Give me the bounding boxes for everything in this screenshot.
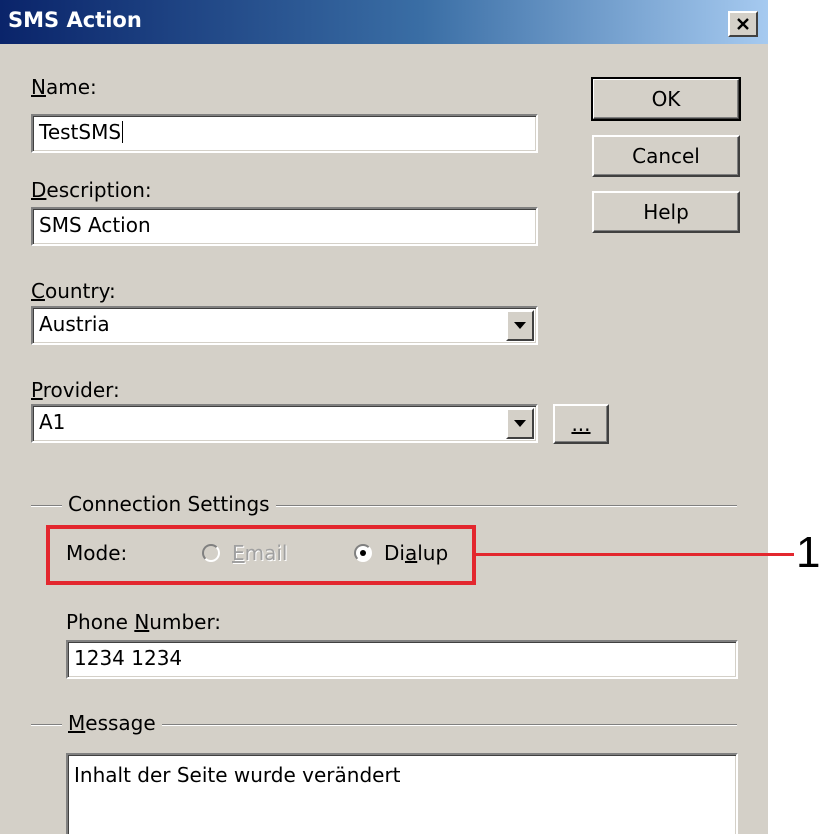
provider-value: A1 (39, 410, 66, 434)
sms-action-dialog: SMS Action Name: TestSMS Description: SM… (0, 0, 768, 834)
name-value: TestSMS (39, 120, 122, 144)
ok-button[interactable]: OK (591, 77, 741, 121)
message-group-label: Message (62, 711, 162, 735)
message-rest: essage (85, 711, 156, 735)
close-button[interactable] (728, 11, 758, 37)
name-label-rest: ame: (45, 75, 97, 99)
name-label-accel: N (31, 75, 46, 99)
mode-highlight-box (46, 525, 476, 585)
close-icon (737, 18, 749, 30)
dropdown-arrow-icon (514, 322, 526, 329)
provider-label-rest: rovider: (42, 378, 120, 402)
callout-line (476, 553, 794, 556)
phone-label-post: umber: (149, 610, 222, 634)
provider-label: Provider: (31, 378, 120, 402)
description-label-accel: D (31, 178, 47, 202)
country-dropdown[interactable]: Austria (31, 306, 538, 345)
phone-number-value: 1234 1234 (74, 646, 183, 670)
description-label-rest: escription: (46, 178, 152, 202)
description-value: SMS Action (39, 213, 151, 237)
connection-settings-label: Connection Settings (62, 492, 276, 516)
cancel-label: Cancel (632, 144, 700, 168)
phone-number-input[interactable]: 1234 1234 (66, 640, 738, 679)
provider-browse-button[interactable]: ... (553, 404, 609, 444)
ok-label: OK (651, 87, 681, 111)
country-label-rest: ountry: (44, 279, 116, 303)
phone-label-pre: Phone (66, 610, 135, 634)
title-bar: SMS Action (0, 0, 768, 44)
callout-number: 1 (796, 528, 821, 577)
country-label-accel: C (31, 279, 45, 303)
description-input[interactable]: SMS Action (31, 207, 538, 246)
message-textarea[interactable]: Inhalt der Seite wurde verändert (66, 753, 738, 834)
cancel-button[interactable]: Cancel (592, 135, 740, 177)
name-input[interactable]: TestSMS (31, 114, 538, 153)
dropdown-arrow-icon (514, 420, 526, 427)
country-label: Country: (31, 279, 116, 303)
name-label: Name: (31, 75, 97, 99)
text-caret (122, 121, 124, 143)
message-accel: M (68, 711, 86, 735)
browse-dots: ... (571, 412, 591, 436)
help-label: Help (643, 200, 689, 224)
phone-number-label: Phone Number: (66, 610, 221, 634)
window-title: SMS Action (8, 8, 142, 32)
provider-dropdown[interactable]: A1 (31, 404, 538, 443)
help-button[interactable]: Help (592, 191, 740, 233)
message-text: Inhalt der Seite wurde verändert (74, 763, 401, 787)
country-dropdown-button[interactable] (506, 310, 534, 341)
provider-label-accel: P (31, 378, 43, 402)
provider-dropdown-button[interactable] (506, 408, 534, 439)
phone-label-accel: N (134, 610, 150, 634)
country-value: Austria (39, 312, 110, 336)
description-label: Description: (31, 178, 152, 202)
